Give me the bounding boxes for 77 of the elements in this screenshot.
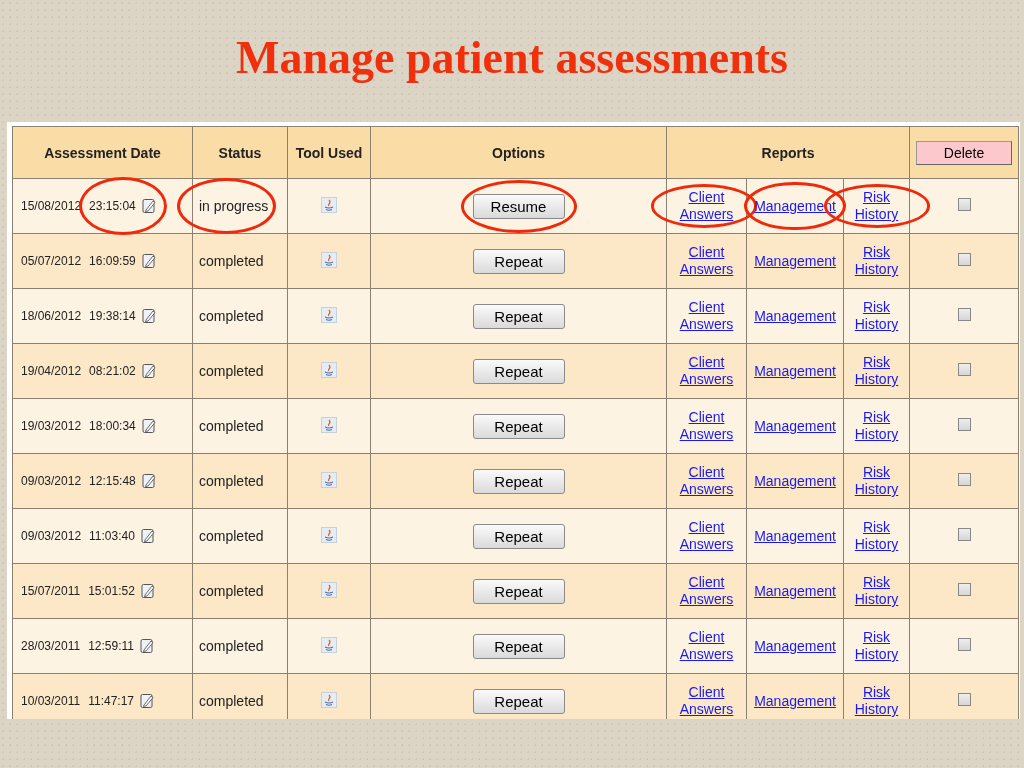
time-text: 12:59:11 — [88, 639, 134, 653]
row-checkbox[interactable] — [957, 363, 971, 376]
date-text: 19/03/2012 — [21, 419, 82, 433]
column-header: Tool Used — [295, 144, 363, 161]
repeat-button[interactable]: Repeat — [472, 523, 565, 549]
app-icon[interactable] — [321, 361, 337, 378]
status-text: completed — [199, 528, 264, 544]
status-text: completed — [199, 253, 264, 269]
notepad-icon[interactable] — [140, 308, 157, 324]
notepad-icon[interactable] — [139, 693, 155, 709]
row-checkbox[interactable] — [957, 583, 971, 596]
row-checkbox[interactable] — [957, 308, 971, 321]
app-icon[interactable] — [321, 196, 337, 213]
time-text: 19:38:14 — [89, 309, 136, 323]
app-icon[interactable] — [321, 471, 337, 488]
repeat-button[interactable]: Repeat — [472, 468, 565, 494]
status-text: completed — [199, 638, 264, 654]
status-text: completed — [199, 473, 264, 489]
row-checkbox[interactable] — [957, 638, 971, 651]
row-checkbox[interactable] — [957, 528, 971, 541]
status-text: completed — [199, 583, 264, 599]
status-text: completed — [199, 308, 264, 324]
app-icon[interactable] — [321, 581, 337, 598]
time-text: 11:03:40 — [89, 529, 135, 543]
repeat-button[interactable]: Repeat — [472, 578, 565, 604]
repeat-button[interactable]: Repeat — [472, 248, 565, 274]
status-text: in progress — [199, 198, 269, 214]
column-header: Status — [218, 144, 262, 161]
time-text: 12:15:48 — [89, 474, 136, 488]
status-text: completed — [199, 418, 264, 434]
notepad-icon[interactable] — [139, 528, 156, 544]
date-text: 05/07/2012 — [21, 254, 82, 268]
time-text: 18:00:34 — [89, 419, 136, 433]
date-text: 09/03/2012 — [21, 474, 82, 488]
time-text: 16:09:59 — [89, 254, 136, 268]
time-text: 15:01:52 — [88, 584, 135, 598]
row-checkbox[interactable] — [957, 473, 971, 486]
date-text: 10/03/2011 — [21, 694, 81, 708]
app-icon[interactable] — [321, 251, 337, 268]
time-text: 11:47:17 — [88, 694, 134, 708]
date-text: 09/03/2012 — [21, 529, 82, 543]
notepad-icon[interactable] — [140, 473, 157, 489]
slide-title: Manage patient assessments — [235, 31, 789, 85]
date-text: 15/07/2011 — [21, 584, 81, 598]
notepad-icon[interactable] — [140, 253, 157, 269]
app-icon[interactable] — [321, 691, 337, 708]
notepad-icon[interactable] — [139, 583, 156, 599]
row-checkbox[interactable] — [957, 253, 971, 266]
time-text: 08:21:02 — [89, 364, 136, 378]
repeat-button[interactable]: Repeat — [472, 633, 565, 659]
date-text: 15/08/2012 — [21, 199, 82, 213]
app-icon[interactable] — [321, 636, 337, 653]
status-text: completed — [199, 693, 264, 709]
delete-button[interactable]: Delete — [916, 140, 1013, 165]
row-checkbox[interactable] — [957, 418, 971, 431]
notepad-icon[interactable] — [140, 198, 157, 214]
date-text: 28/03/2011 — [21, 639, 81, 653]
notepad-icon[interactable] — [139, 638, 155, 654]
app-icon[interactable] — [321, 416, 337, 433]
date-text: 19/04/2012 — [21, 364, 82, 378]
repeat-button[interactable]: Repeat — [472, 358, 565, 384]
notepad-icon[interactable] — [140, 363, 157, 379]
column-header: Reports — [761, 144, 815, 161]
date-text: 18/06/2012 — [21, 309, 82, 323]
row-checkbox[interactable] — [957, 198, 971, 211]
column-header: Options — [492, 144, 545, 161]
resume-button[interactable]: Resume — [472, 193, 565, 219]
repeat-button[interactable]: Repeat — [472, 688, 565, 714]
time-text: 23:15:04 — [89, 199, 136, 213]
column-header: Assessment Date — [44, 144, 161, 161]
app-icon[interactable] — [321, 526, 337, 543]
notepad-icon[interactable] — [140, 418, 157, 434]
app-icon[interactable] — [321, 306, 337, 323]
status-text: completed — [199, 363, 264, 379]
repeat-button[interactable]: Repeat — [472, 413, 565, 439]
repeat-button[interactable]: Repeat — [472, 303, 565, 329]
row-checkbox[interactable] — [957, 693, 971, 706]
